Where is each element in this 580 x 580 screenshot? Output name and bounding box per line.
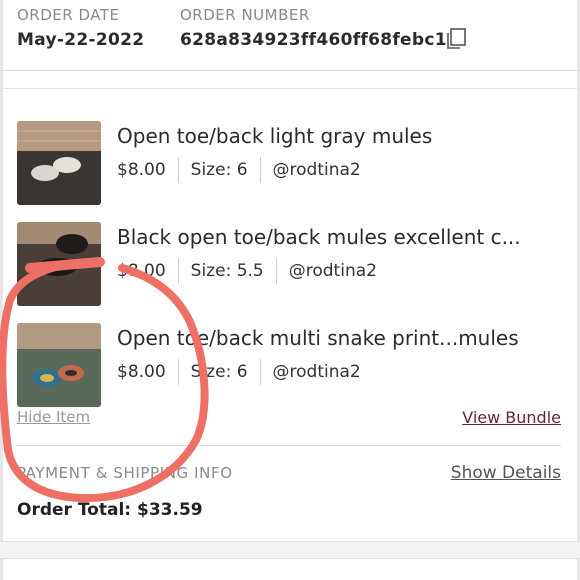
item-thumbnail[interactable] bbox=[17, 121, 101, 205]
item-seller[interactable]: @rodtina2 bbox=[273, 160, 361, 180]
order-item[interactable]: Open toe/back light gray mules $8.00 Siz… bbox=[17, 121, 580, 207]
copy-icon[interactable] bbox=[445, 28, 467, 50]
item-size: Size: 6 bbox=[190, 362, 248, 382]
item-seller[interactable]: @rodtina2 bbox=[273, 362, 361, 382]
left-border bbox=[0, 0, 3, 580]
meta-separator bbox=[259, 157, 261, 183]
item-title[interactable]: Black open toe/back mules excellent c... bbox=[117, 225, 521, 249]
meta-separator bbox=[275, 258, 277, 284]
payment-divider bbox=[17, 445, 561, 446]
item-price: $8.00 bbox=[117, 362, 166, 382]
order-header: ORDER DATE May-22-2022 ORDER NUMBER 628a… bbox=[17, 0, 580, 70]
order-date-value: May-22-2022 bbox=[17, 30, 145, 50]
hide-item-link[interactable]: Hide Item bbox=[17, 408, 90, 426]
view-bundle-link[interactable]: View Bundle bbox=[462, 408, 561, 427]
item-thumbnail[interactable] bbox=[17, 323, 101, 407]
show-details-link[interactable]: Show Details bbox=[451, 463, 561, 483]
item-meta: $8.00 Size: 6 @rodtina2 bbox=[117, 155, 361, 185]
bottom-strip bbox=[0, 542, 580, 558]
item-price: $8.00 bbox=[117, 160, 166, 180]
order-total: Order Total: $33.59 bbox=[17, 500, 203, 520]
header-divider bbox=[0, 70, 580, 71]
order-date-label: ORDER DATE bbox=[17, 6, 120, 24]
order-number-label: ORDER NUMBER bbox=[180, 6, 310, 24]
order-number-value: 628a834923ff460ff68febc1 bbox=[180, 30, 447, 50]
item-title[interactable]: Open toe/back multi snake print...mules bbox=[117, 326, 519, 350]
meta-separator bbox=[177, 157, 179, 183]
item-seller[interactable]: @rodtina2 bbox=[289, 261, 377, 281]
item-meta: $8.00 Size: 6 @rodtina2 bbox=[117, 357, 361, 387]
bottom-divider-2 bbox=[0, 558, 580, 559]
item-size: Size: 5.5 bbox=[190, 261, 264, 281]
meta-separator bbox=[259, 359, 261, 385]
item-price: $8.00 bbox=[117, 261, 166, 281]
order-item[interactable]: Open toe/back multi snake print...mules … bbox=[17, 323, 580, 409]
item-thumbnail[interactable] bbox=[17, 222, 101, 306]
item-size: Size: 6 bbox=[190, 160, 248, 180]
payment-shipping-label: PAYMENT & SHIPPING INFO bbox=[17, 464, 233, 482]
item-meta: $8.00 Size: 5.5 @rodtina2 bbox=[117, 256, 377, 286]
order-item[interactable]: Black open toe/back mules excellent c...… bbox=[17, 222, 580, 308]
meta-separator bbox=[177, 258, 179, 284]
item-title[interactable]: Open toe/back light gray mules bbox=[117, 124, 432, 148]
meta-separator bbox=[177, 359, 179, 385]
section-divider bbox=[0, 88, 580, 89]
